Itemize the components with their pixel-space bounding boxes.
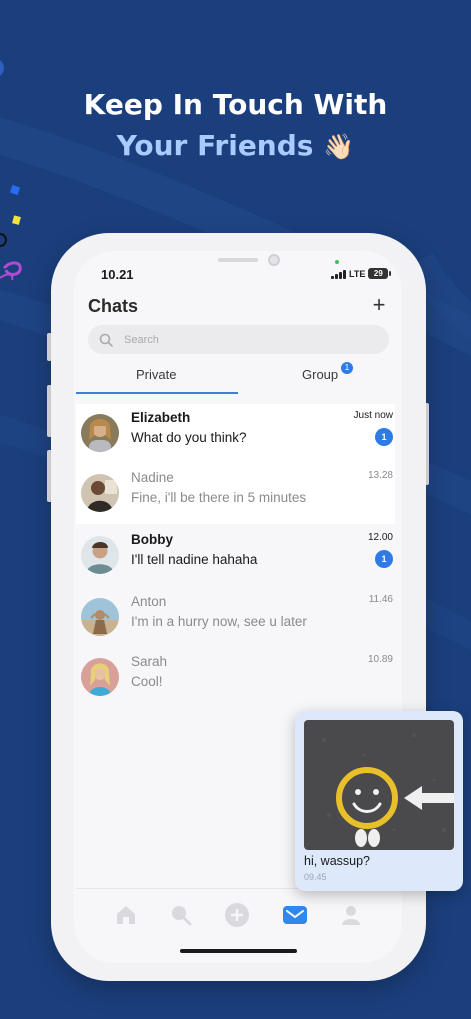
message-time: 09.45 bbox=[304, 872, 327, 882]
tab-group[interactable]: Group bbox=[302, 367, 338, 382]
avatar bbox=[81, 474, 119, 512]
battery-icon: 29 bbox=[368, 268, 392, 279]
hero-line-1: Keep In Touch With bbox=[83, 88, 388, 121]
contact-name: Elizabeth bbox=[131, 410, 191, 425]
message-time: 10.89 bbox=[367, 654, 393, 665]
tab-active-indicator bbox=[76, 392, 238, 394]
last-message: Cool! bbox=[131, 674, 163, 689]
message-time: Just now bbox=[353, 410, 393, 421]
message-photo bbox=[304, 720, 454, 850]
status-indicators: LTE 29 bbox=[331, 268, 392, 279]
signal-icon bbox=[331, 269, 346, 279]
contact-name: Sarah bbox=[131, 654, 168, 669]
message-time: 13.28 bbox=[367, 470, 393, 481]
hero-line-2-text: Your Friends bbox=[116, 129, 314, 162]
phone-speaker bbox=[218, 258, 258, 262]
message-time: 12.00 bbox=[367, 532, 393, 543]
profile-icon[interactable] bbox=[339, 903, 363, 927]
unread-badge: 1 bbox=[375, 428, 393, 446]
mail-icon[interactable] bbox=[282, 904, 308, 926]
home-indicator[interactable] bbox=[180, 949, 297, 953]
chat-row-bobby[interactable]: Bobby I'll tell nadine hahaha 12.00 1 bbox=[76, 526, 395, 586]
contact-name: Anton bbox=[131, 594, 167, 609]
home-icon[interactable] bbox=[114, 903, 138, 927]
search-input[interactable]: Search bbox=[88, 325, 389, 354]
avatar bbox=[81, 536, 119, 574]
avatar bbox=[81, 414, 119, 452]
search-icon[interactable] bbox=[169, 903, 193, 927]
network-type: LTE bbox=[349, 268, 366, 279]
page-title: Chats bbox=[88, 296, 139, 316]
contact-name: Nadine bbox=[131, 470, 174, 485]
message-time: 11.46 bbox=[368, 594, 393, 605]
hero-headline: Keep In Touch With Your Friends 👋🏻 bbox=[0, 84, 471, 167]
chat-row-sarah[interactable]: Sarah Cool! 10.89 bbox=[76, 648, 395, 708]
chat-row-elizabeth[interactable]: Elizabeth What do you think? Just now 1 bbox=[76, 404, 395, 464]
contact-name: Bobby bbox=[131, 532, 173, 547]
avatar bbox=[81, 658, 119, 696]
group-badge: 1 bbox=[341, 362, 353, 374]
waving-hand-icon: 👋🏻 bbox=[323, 132, 355, 161]
status-time: 10.21 bbox=[101, 267, 134, 282]
chat-row-nadine[interactable]: Nadine Fine, i'll be there in 5 minutes … bbox=[76, 464, 395, 524]
add-circle-icon[interactable] bbox=[224, 902, 250, 928]
search-icon bbox=[99, 333, 113, 347]
hero-line-2: Your Friends 👋🏻 bbox=[0, 125, 471, 167]
search-placeholder: Search bbox=[124, 333, 159, 346]
confetti-decoration bbox=[0, 184, 22, 281]
message-text: hi, wassup? bbox=[304, 854, 371, 868]
plus-icon[interactable]: + bbox=[368, 292, 390, 318]
tab-private[interactable]: Private bbox=[136, 367, 176, 382]
avatar bbox=[81, 598, 119, 636]
chat-row-anton[interactable]: Anton I'm in a hurry now, see u later 11… bbox=[76, 588, 395, 648]
unread-badge: 1 bbox=[375, 550, 393, 568]
phone-camera bbox=[268, 254, 280, 266]
last-message: Fine, i'll be there in 5 minutes bbox=[131, 490, 307, 505]
message-preview-card[interactable]: hi, wassup? 09.45 bbox=[295, 711, 463, 891]
last-message: What do you think? bbox=[131, 430, 247, 445]
last-message: I'm in a hurry now, see u later bbox=[131, 614, 307, 629]
camera-indicator bbox=[335, 260, 339, 264]
last-message: I'll tell nadine hahaha bbox=[131, 552, 258, 567]
bottom-nav bbox=[76, 888, 401, 940]
